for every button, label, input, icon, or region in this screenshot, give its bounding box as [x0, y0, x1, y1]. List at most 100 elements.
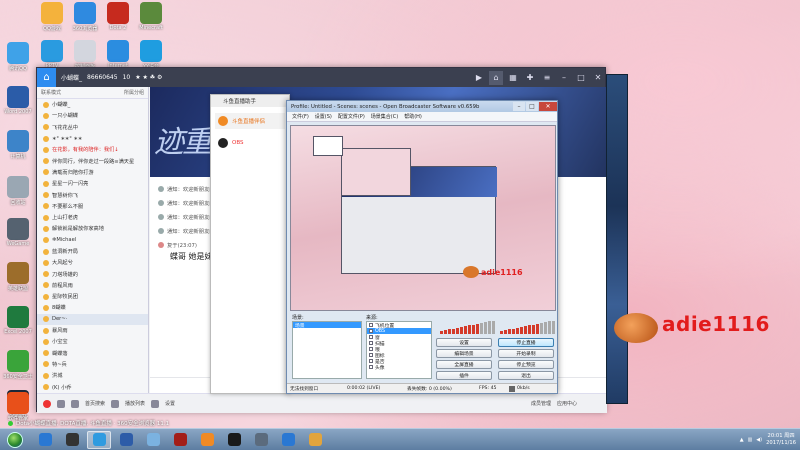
taskbar-app[interactable] — [249, 431, 273, 449]
contact-item[interactable]: 上山打老虎 — [37, 212, 148, 223]
taskbar-app[interactable] — [60, 431, 84, 449]
word-icon[interactable]: Word 2007 — [2, 86, 34, 115]
source-item[interactable]: 头像 — [367, 364, 431, 371]
contact-item[interactable]: 在花影，有我的陪伴：我们↓ — [37, 144, 148, 155]
obs-button[interactable]: 全屏直播 — [436, 360, 492, 369]
contact-item[interactable]: 小宝宝 — [37, 336, 148, 347]
taskbar-app[interactable] — [33, 431, 57, 449]
mic-icon[interactable] — [57, 399, 65, 408]
contact-item[interactable]: (K) 小乔 — [37, 381, 148, 392]
contact-item[interactable]: 暴风雨 — [37, 325, 148, 336]
video-icon[interactable]: ▶ — [472, 71, 486, 85]
bottom-item-1[interactable]: 播放列表 — [125, 400, 145, 407]
star-icon[interactable]: ★ ★ ☘ ⚙ — [135, 74, 162, 81]
obs-button[interactable]: 插件 — [436, 371, 492, 380]
bottom-item-0[interactable]: 首页搜索 — [85, 400, 105, 407]
tray-arrow-icon[interactable]: ▲ — [740, 437, 744, 443]
wegame-icon[interactable]: WeGame — [2, 218, 34, 247]
source-checkbox[interactable] — [369, 335, 373, 339]
douyu-item-obs[interactable]: OBS — [215, 135, 285, 151]
source-checkbox[interactable] — [369, 353, 373, 357]
obs-maximize-icon[interactable]: □ — [526, 102, 538, 111]
desktop-top-icon[interactable]: 控制面板 — [69, 40, 101, 70]
home-icon[interactable]: ⌂ — [37, 68, 56, 87]
network-icon[interactable]: ▥ — [748, 437, 753, 443]
desktop-top-icon[interactable]: PPTV — [36, 40, 68, 69]
contact-item[interactable]: 小蝴蝶_ — [37, 99, 148, 110]
taskbar-app[interactable] — [222, 431, 246, 449]
obs-menu-item[interactable]: 场景集合(C) — [371, 113, 398, 120]
contact-item[interactable]: 飞花花丛中 — [37, 122, 148, 133]
close-icon[interactable]: ✕ — [591, 71, 605, 85]
contact-item[interactable]: 星星一闪一闪亮 — [37, 178, 148, 189]
obs-menu-item[interactable]: 帮助(H) — [404, 113, 422, 120]
contact-item[interactable]: 星际牧民团 — [37, 291, 148, 302]
source-checkbox[interactable] — [369, 347, 373, 351]
lol-icon[interactable]: 英雄联盟 — [2, 262, 34, 292]
contact-item[interactable]: 解锁就是解放你家高地 — [37, 223, 148, 234]
obs-minimize-icon[interactable]: – — [513, 102, 525, 111]
settings-icon[interactable] — [151, 399, 160, 408]
volume-tray-icon[interactable]: ◀) — [756, 437, 762, 443]
obs-button[interactable]: 退出 — [498, 371, 554, 380]
contacts-header-left[interactable]: 联系模式 — [41, 89, 61, 96]
source-checkbox[interactable] — [369, 329, 373, 333]
computer-icon[interactable]: 计算机 — [2, 130, 34, 160]
contact-item[interactable]: 不要那么不服 — [37, 201, 148, 212]
contacts-header-right[interactable]: 所属分组 — [124, 89, 144, 96]
obs-button[interactable]: 停止预览 — [498, 360, 554, 369]
minimize-icon[interactable]: – — [557, 71, 571, 85]
contact-item[interactable]: 智慧树你飞 — [37, 189, 148, 200]
qq-icon[interactable]: 腾讯QQ — [2, 42, 34, 72]
desktop-top-icon[interactable]: Minecraft — [135, 2, 167, 31]
source-checkbox[interactable] — [369, 365, 373, 369]
obs-button[interactable]: 编辑场景 — [436, 349, 492, 358]
bottom-right-0[interactable]: 成员管理 — [531, 400, 551, 407]
contact-item[interactable]: 满载而归陪你打游 — [37, 167, 148, 178]
contact-item[interactable]: 一只小蝴蝶 — [37, 110, 148, 121]
taskbar-app[interactable] — [276, 431, 300, 449]
list-icon[interactable]: ≡ — [540, 71, 554, 85]
taskbar-app[interactable] — [195, 431, 219, 449]
obs-close-icon[interactable]: ✕ — [539, 102, 557, 111]
source-checkbox[interactable] — [369, 323, 373, 327]
grid-icon[interactable]: ▦ — [506, 71, 520, 85]
playlist-icon[interactable] — [111, 399, 120, 408]
obs-menu-item[interactable]: 文件(F) — [292, 113, 309, 120]
obs-menu-item[interactable]: 配置文件(P) — [338, 113, 365, 120]
contact-item[interactable]: 伴你同行，伴你走过一段路≡满天星 — [37, 155, 148, 166]
recycle-bin-icon[interactable]: 回收站 — [2, 176, 34, 206]
contact-item[interactable]: 洪城 — [37, 370, 148, 381]
desktop-top-icon[interactable]: 360浏览器 — [69, 2, 101, 32]
start-button[interactable] — [0, 429, 30, 450]
scene-item[interactable]: 场景 — [293, 322, 361, 329]
taskbar-app[interactable] — [303, 431, 327, 449]
obs-button[interactable]: 停止直播 — [498, 338, 554, 347]
taskbar-app[interactable] — [141, 431, 165, 449]
douyu-item-companion[interactable]: 斗鱼直播伴侣 — [215, 113, 285, 129]
source-checkbox[interactable] — [369, 359, 373, 363]
desktop-top-icon[interactable]: QQ游戏 — [36, 2, 68, 32]
security-icon[interactable]: 360安全卫士 — [2, 350, 34, 380]
scenes-list[interactable]: 场景 — [292, 321, 362, 379]
desktop-top-icon[interactable]: Internet — [102, 40, 134, 69]
source-checkbox[interactable] — [369, 341, 373, 345]
contact-item[interactable]: 刀塔场雄的 — [37, 268, 148, 279]
contact-item[interactable]: 特~兵 — [37, 359, 148, 370]
contact-item[interactable]: ❄Michael — [37, 235, 148, 246]
home-tab-icon[interactable]: ⌂ — [489, 70, 503, 85]
sources-list[interactable]: 飞机位置 OBS 窗扫描哦图标 是否 头像 — [366, 321, 432, 379]
obs-button[interactable]: 开始录制 — [498, 349, 554, 358]
gamepad-icon[interactable]: ✚ — [523, 71, 537, 85]
bottom-right-1[interactable]: 应用中心 — [557, 400, 577, 407]
obs-menu-item[interactable]: 设置(S) — [315, 113, 332, 120]
clock[interactable]: 20:01 周四 2017/11/16 — [766, 433, 796, 447]
taskbar-app[interactable] — [168, 431, 192, 449]
heart-icon[interactable] — [43, 399, 51, 408]
contact-item[interactable]: 蓝洞新开局 — [37, 246, 148, 257]
bottom-item-2[interactable]: 设置 — [165, 400, 175, 407]
contact-item[interactable]: Der~· — [37, 313, 148, 325]
contact-item[interactable]: 前程风雨 — [37, 280, 148, 291]
obs-button[interactable]: 设置 — [436, 338, 492, 347]
desktop-top-icon[interactable]: Dota 2 — [102, 2, 134, 31]
